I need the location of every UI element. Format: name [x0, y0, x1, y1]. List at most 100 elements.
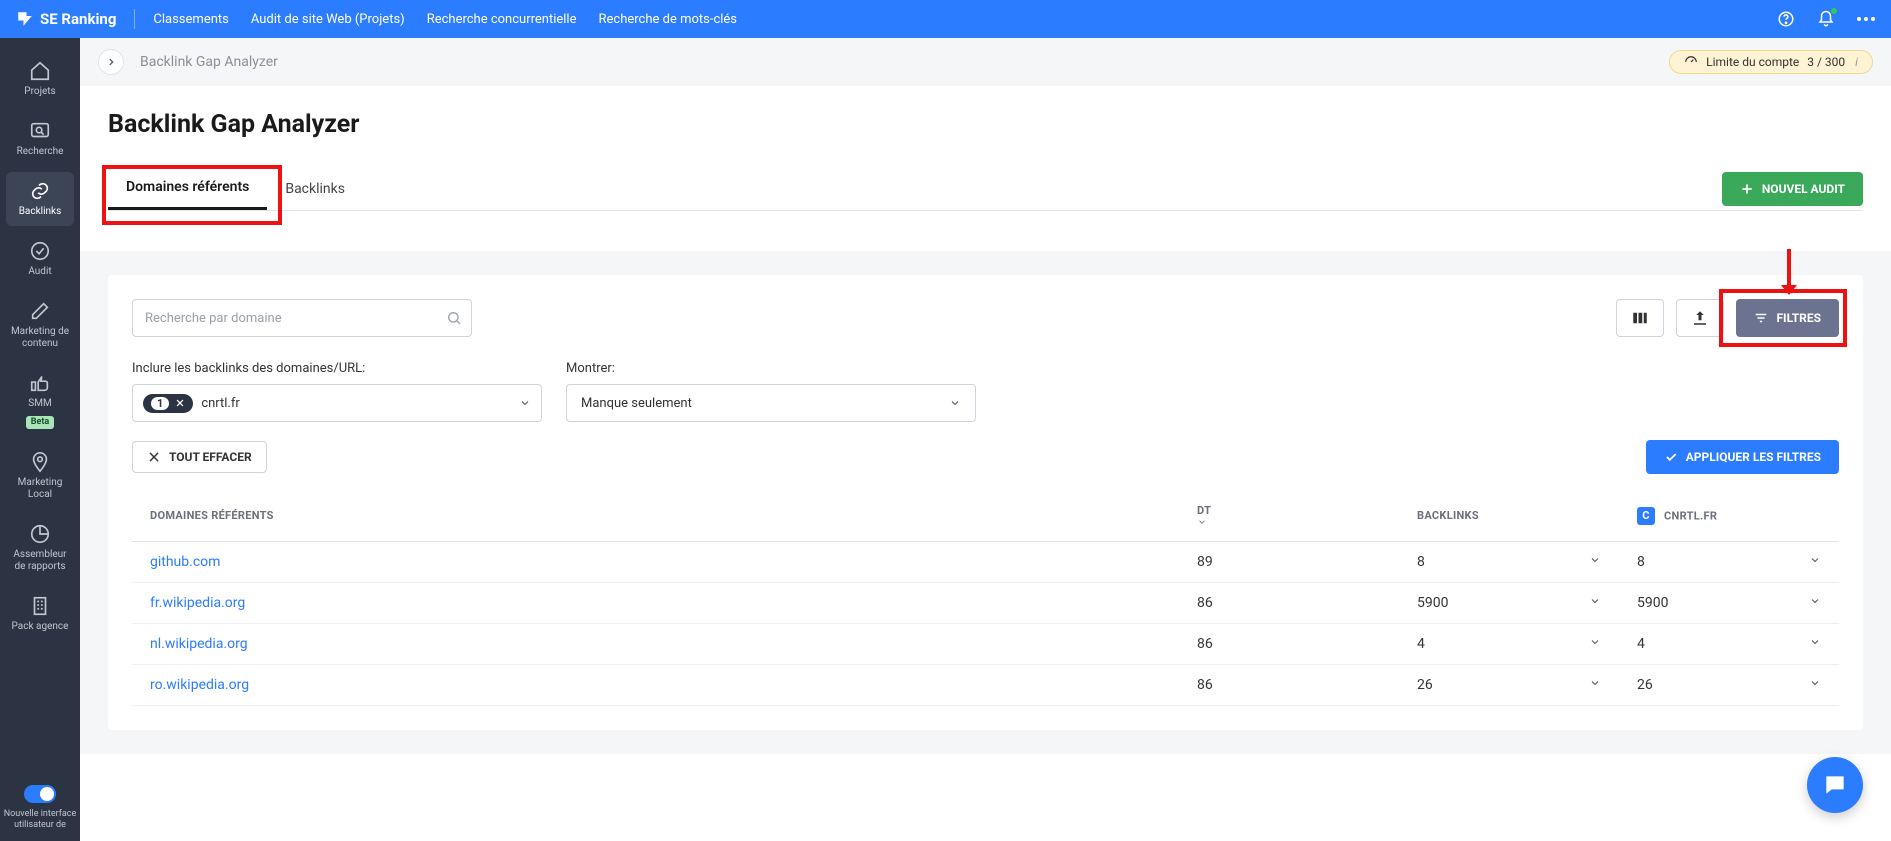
sidebar-label: Audit [28, 266, 51, 278]
chevron-down-icon[interactable] [1589, 636, 1601, 648]
cell-dt: 86 [1179, 624, 1399, 665]
search-input-wrap [132, 299, 472, 337]
account-limit-badge[interactable]: Limite du compte 3 / 300 i [1669, 50, 1873, 74]
th-backlinks[interactable]: BACKLINKS [1399, 490, 1619, 542]
th-referring-domains[interactable]: DOMAINES RÉFÉRENTS [132, 490, 1179, 542]
tabs-row: Domaines référents Backlinks NOUVEL AUDI… [108, 167, 1863, 211]
pie-icon [29, 523, 51, 545]
domain-link[interactable]: fr.wikipedia.org [150, 595, 245, 611]
cell-domain: nl.wikipedia.org [132, 624, 1179, 665]
more-menu-icon[interactable] [1857, 17, 1875, 21]
topbar-nav: Classements Audit de site Web (Projets) … [153, 12, 737, 27]
sidebar: Projets Recherche Backlinks Audit Market… [0, 38, 80, 841]
domain-link[interactable]: ro.wikipedia.org [150, 677, 249, 693]
chevron-down-icon[interactable] [1589, 595, 1601, 607]
cell-own: 26 [1619, 665, 1839, 706]
sidebar-label: SMM [28, 398, 51, 410]
nav-competitive[interactable]: Recherche concurrentielle [427, 12, 577, 27]
gray-section: FILTRES Inclure les backlinks des domain… [80, 251, 1891, 754]
content: Backlink Gap Analyzer Domaines référents… [80, 86, 1891, 841]
domain-link[interactable]: nl.wikipedia.org [150, 636, 248, 652]
nav-site-audit[interactable]: Audit de site Web (Projets) [251, 12, 405, 27]
account-limit-value: 3 / 300 [1807, 55, 1845, 69]
nav-keyword[interactable]: Recherche de mots-clés [599, 12, 738, 27]
sidebar-item-local-marketing[interactable]: Marketing Local [6, 443, 74, 509]
tab-referring-domains[interactable]: Domaines référents [108, 167, 267, 210]
chevron-down-icon[interactable] [1809, 554, 1821, 566]
help-icon[interactable] [1777, 10, 1795, 28]
chat-fab[interactable] [1807, 757, 1863, 813]
brand-text: SE Ranking [40, 10, 116, 28]
annotation-arrow [1787, 249, 1791, 287]
notifications-icon[interactable] [1817, 10, 1835, 28]
cell-dt: 86 [1179, 665, 1399, 706]
chevron-down-icon [1197, 517, 1381, 527]
sidebar-item-report-builder[interactable]: Assembleur de rapports [6, 515, 74, 581]
sidebar-item-smm[interactable]: SMM Beta [6, 364, 74, 437]
sidebar-item-backlinks[interactable]: Backlinks [6, 172, 74, 226]
info-i-icon: i [1855, 55, 1858, 69]
sidebar-item-projects[interactable]: Projets [6, 52, 74, 106]
chip-count: 1 [151, 397, 169, 410]
include-domains-select[interactable]: 1 cnrtl.fr [132, 384, 542, 422]
export-button[interactable] [1676, 299, 1724, 337]
include-backlinks-label: Inclure les backlinks des domaines/URL: [132, 361, 542, 376]
nav-rankings[interactable]: Classements [153, 12, 228, 27]
show-label: Montrer: [566, 361, 976, 376]
domain-search-input[interactable] [132, 299, 472, 337]
edit-icon [29, 300, 51, 322]
sidebar-label: Marketing Local [10, 477, 70, 501]
chevron-down-icon [949, 397, 961, 409]
sidebar-item-agency-pack[interactable]: Pack agence [6, 587, 74, 641]
home-icon [29, 60, 51, 82]
chevron-down-icon [519, 397, 531, 409]
clear-all-button[interactable]: TOUT EFFACER [132, 441, 267, 473]
collapse-sidebar-button[interactable] [98, 49, 124, 75]
brand[interactable]: SE Ranking [16, 10, 116, 28]
show-select[interactable]: Manque seulement [566, 384, 976, 422]
table-row: ro.wikipedia.org862626 [132, 665, 1839, 706]
th-own-domain-label: CNRTL.FR [1664, 509, 1717, 522]
sidebar-item-search[interactable]: Recherche [6, 112, 74, 166]
table-header-row: DOMAINES RÉFÉRENTS DT BACKLINKS C CNRTL.… [132, 490, 1839, 542]
upload-icon [1691, 309, 1709, 327]
topbar: SE Ranking Classements Audit de site Web… [0, 0, 1891, 38]
check-icon [1664, 450, 1678, 464]
chevron-down-icon[interactable] [1589, 554, 1601, 566]
table-row: nl.wikipedia.org8644 [132, 624, 1839, 665]
breadcrumb: Backlink Gap Analyzer [140, 54, 278, 70]
domain-link[interactable]: github.com [150, 554, 220, 570]
right-controls: FILTRES [1616, 299, 1839, 337]
columns-button[interactable] [1616, 299, 1664, 337]
apply-filters-button[interactable]: APPLIQUER LES FILTRES [1646, 440, 1839, 474]
sidebar-label: Assembleur de rapports [10, 549, 70, 573]
chevron-down-icon[interactable] [1809, 595, 1821, 607]
search-icon [446, 310, 462, 326]
cell-own: 5900 [1619, 583, 1839, 624]
sidebar-item-audit[interactable]: Audit [6, 232, 74, 286]
th-dt[interactable]: DT [1179, 490, 1399, 542]
filter-top-row: FILTRES [132, 299, 1839, 337]
sidebar-item-content-marketing[interactable]: Marketing de contenu [6, 292, 74, 358]
beta-badge: Beta [26, 416, 54, 429]
show-select-value: Manque seulement [581, 396, 692, 411]
cell-dt: 86 [1179, 583, 1399, 624]
filters-button[interactable]: FILTRES [1736, 299, 1839, 337]
chevron-down-icon[interactable] [1809, 677, 1821, 689]
table-row: fr.wikipedia.org8659005900 [132, 583, 1839, 624]
chip-domain-text: cnrtl.fr [201, 396, 239, 411]
cell-own: 8 [1619, 542, 1839, 583]
building-icon [29, 595, 51, 617]
tab-backlinks[interactable]: Backlinks [267, 169, 363, 209]
new-audit-button[interactable]: NOUVEL AUDIT [1722, 172, 1863, 206]
plus-icon [1740, 182, 1754, 196]
sidebar-label: Pack agence [12, 621, 69, 633]
sidebar-bottom: Nouvelle interface utilisateur de [0, 785, 80, 841]
chip-remove-icon[interactable] [175, 398, 185, 408]
cell-own: 4 [1619, 624, 1839, 665]
chevron-down-icon[interactable] [1589, 677, 1601, 689]
th-own-domain[interactable]: C CNRTL.FR [1619, 490, 1839, 542]
chevron-down-icon[interactable] [1809, 636, 1821, 648]
filter-labels-row: Inclure les backlinks des domaines/URL: … [132, 361, 1839, 376]
new-ui-toggle[interactable] [24, 785, 56, 803]
